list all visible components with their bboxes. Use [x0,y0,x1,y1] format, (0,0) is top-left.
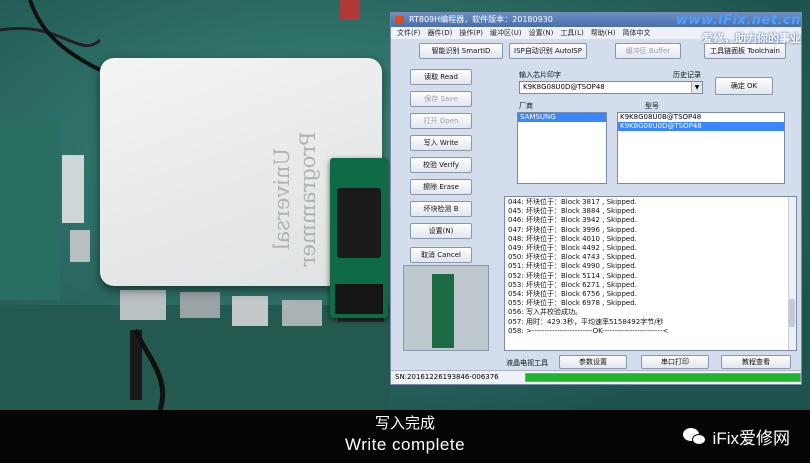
menu-language[interactable]: 简体中文 [622,27,650,39]
chip-select-value: K9K8G08U0D@TSOP48 [523,83,605,91]
wechat-watermark: iFix爱修网 [682,420,790,452]
auto-isp-button[interactable]: ISP自动识别 AutoISP [509,43,587,59]
menu-operation[interactable]: 操作(P) [459,27,483,39]
history-label: 历史记录 [673,71,701,79]
video-subtitle: 写入完成 Write complete iFix爱修网 [0,410,810,463]
cancel-button[interactable]: 取消 Cancel [410,247,472,263]
chip-adapter-thumbnail [432,274,454,348]
serial-number: SN:20161226193846-006376 [395,373,499,381]
vendor-label: 厂商 [519,102,533,110]
toolchain-button[interactable]: 工具链面板 Toolchain [704,43,786,59]
serial-print-button[interactable]: 串口打印 [641,355,709,369]
zif-socket [337,188,381,258]
tsop48-socket-adapter [330,158,388,318]
chip-input-label: 输入芯片印字 [519,71,561,79]
log-line: 047: 坏块位于：Block 3996 , Skipped. [508,225,637,234]
rt809h-window: RT809H编程器，软件版本：20180930 文件(F) 器件(D) 操作(P… [390,12,802,385]
log-line: 046: 坏块位于：Block 3942 , Skipped. [508,216,637,225]
socket-base [335,284,383,314]
menu-buffer[interactable]: 缓冲区(U) [490,27,522,39]
operation-log[interactable]: 044: 坏块位于：Block 3817 , Skipped. 045: 坏块位… [504,196,797,351]
chevron-down-icon[interactable]: ▼ [691,82,702,93]
log-line: 044: 坏块位于：Block 3817 , Skipped. [508,198,637,206]
model-item[interactable]: K9K8G08U0B@TSOP48 [618,113,784,122]
log-line: 054: 坏块位于：Block 6756 , Skipped. [508,290,637,299]
log-line: 048: 坏块位于：Block 4010 , Skipped. [508,234,637,243]
menu-device[interactable]: 器件(D) [428,27,453,39]
action-panel: 读取 Read 保存 Save 打开 Open 写入 Write 校验 Veri… [403,63,487,263]
wechat-icon [682,426,707,446]
log-line: 057: 用时：429.3秒，平均速率5158492字节/秒 [508,317,664,326]
params-button[interactable]: 参数设置 [559,355,627,369]
open-button[interactable]: 打开 Open [410,113,472,129]
progress-fill [526,374,800,381]
progress-bar [525,373,801,382]
save-button[interactable]: 保存 Save [410,91,472,107]
vendor-item[interactable]: SAMSUNG [518,113,606,122]
app-icon [395,16,404,24]
verify-button[interactable]: 校验 Verify [410,157,472,173]
menu-settings[interactable]: 设置(N) [529,27,554,39]
status-bar: SN:20161226193846-006376 [391,370,801,384]
scrollbar-thumb[interactable] [789,299,795,327]
log-scrollbar[interactable] [788,197,796,350]
settings-button[interactable]: 设置(N) [410,223,472,239]
menu-tools[interactable]: 工具(L) [560,27,583,39]
bad-block-button[interactable]: 坏块检测 B [410,201,472,217]
universal-programmer-device: Universal Programmer [100,58,388,318]
model-item-selected[interactable]: K9K8G08U0D@TSOP48 [618,122,784,131]
watermark-text: iFix爱修网 [712,428,790,448]
erase-button[interactable]: 擦除 Erase [410,179,472,195]
chip-select-dropdown[interactable]: K9K8G08U0D@TSOP48 ▼ [519,81,703,94]
model-list[interactable]: K9K8G08U0B@TSOP48 K9K8G08U0D@TSOP48 [617,112,785,184]
log-line: 052: 坏块位于：Block 5114 , Skipped. [508,271,637,280]
log-line: 051: 坏块位于：Block 4990 , Skipped. [508,262,637,271]
buffer-button[interactable]: 缓冲区 Buffer [615,43,681,59]
menu-file[interactable]: 文件(F) [397,27,421,39]
brand-url: www.iFix.net.cn [676,13,801,28]
chip-preview-image [403,265,489,351]
log-line: 056: 写入并校验成功。 [508,308,582,317]
tv-tools-label[interactable]: 液晶电视工具 [506,358,548,368]
model-label: 型号 [645,102,659,110]
window-title: RT809H编程器，软件版本：20180930 [409,15,553,24]
read-button[interactable]: 读取 Read [410,69,472,85]
log-line: 053: 坏块位于：Block 6271 , Skipped. [508,280,637,289]
log-line: 058: >------------------------OK--------… [508,326,669,335]
smart-id-button[interactable]: 智能识别 SmartID [419,43,503,59]
ok-button[interactable]: 确定 OK [715,77,773,95]
tutorial-button[interactable]: 教程查看 [721,355,791,369]
write-button[interactable]: 写入 Write [410,135,472,151]
log-line: 049: 坏块位于：Block 4492 , Skipped. [508,244,637,253]
menu-help[interactable]: 帮助(H) [591,27,616,39]
device-label: Universal Programmer [270,131,320,267]
vendor-list[interactable]: SAMSUNG [517,112,607,184]
